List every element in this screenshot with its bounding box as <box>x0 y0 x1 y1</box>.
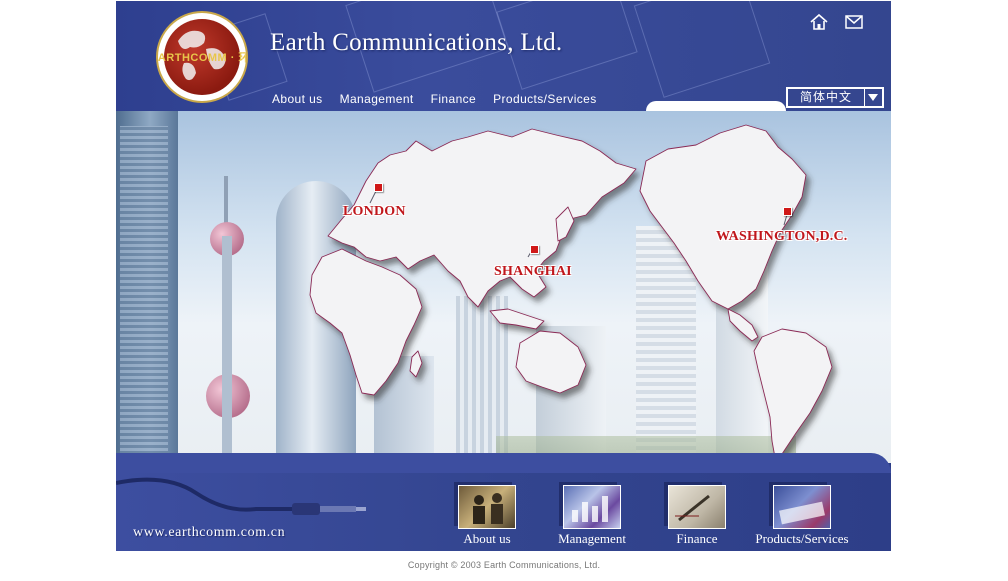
chevron-down-icon[interactable] <box>865 89 882 106</box>
city-label-washington[interactable]: WASHINGTON,D.C. <box>716 229 848 245</box>
decor-frame <box>633 1 771 98</box>
nav-products-services[interactable]: Products/Services <box>493 92 597 106</box>
nav-finance[interactable]: Finance <box>431 92 477 106</box>
nav-management[interactable]: Management <box>340 92 414 106</box>
washington-marker[interactable] <box>783 207 792 216</box>
pen-icon <box>675 494 710 522</box>
continent-africa <box>309 248 423 396</box>
copyright: Copyright © 2003 Earth Communications, L… <box>407 560 601 570</box>
continent-north-america <box>639 124 807 310</box>
islands-indonesia <box>489 308 545 330</box>
nav-about-us[interactable]: About us <box>272 92 323 106</box>
continent-central-america <box>727 308 759 342</box>
mail-icon[interactable] <box>845 14 863 30</box>
feature-management[interactable]: Management <box>537 485 647 547</box>
language-label: 简体中文 <box>788 89 864 106</box>
site-frame: EARTHCOMM · 环球通讯 Earth Communications, L… <box>116 1 891 551</box>
london-marker[interactable] <box>374 183 383 192</box>
hero-banner: LONDON SHANGHAI WASHINGTON,D.C. <box>116 111 891 466</box>
feature-label-about-us: About us <box>463 531 511 546</box>
feature-label-products-services: Products/Services <box>755 531 849 546</box>
feature-finance[interactable]: Finance <box>642 485 752 547</box>
management-thumbnail <box>563 485 621 529</box>
feature-label-finance: Finance <box>676 531 718 546</box>
city-label-shanghai[interactable]: SHANGHAI <box>494 264 572 280</box>
continent-australia <box>515 330 587 394</box>
world-map <box>309 124 833 464</box>
bottom-band: www.earthcomm.com.cn About us Management <box>116 453 891 551</box>
island-madagascar <box>409 350 423 378</box>
feature-about-us[interactable]: About us <box>432 485 542 547</box>
company-name: Earth Communications, Ltd. <box>270 29 563 56</box>
products-services-thumbnail <box>773 485 831 529</box>
keyboard-icon <box>779 501 825 525</box>
finance-thumbnail <box>668 485 726 529</box>
top-navigation: About us Management Finance Products/Ser… <box>272 92 597 106</box>
continent-south-america <box>753 328 833 464</box>
company-logo[interactable]: EARTHCOMM · 环球通讯 <box>158 13 246 101</box>
shanghai-marker[interactable] <box>530 245 539 254</box>
site-url[interactable]: www.earthcomm.com.cn <box>133 525 285 541</box>
language-select[interactable]: 简体中文 <box>786 87 884 108</box>
audio-cable-graphic <box>116 477 366 515</box>
header: EARTHCOMM · 环球通讯 Earth Communications, L… <box>116 1 891 113</box>
chart-icon <box>572 496 608 522</box>
logo-text: EARTHCOMM · 环球通讯 <box>158 52 246 64</box>
people-icon <box>473 493 503 524</box>
feature-products-services[interactable]: Products/Services <box>747 485 857 547</box>
city-label-london[interactable]: LONDON <box>343 204 406 220</box>
band-curve <box>116 453 891 473</box>
feature-label-management: Management <box>558 531 626 546</box>
home-icon[interactable] <box>810 13 828 31</box>
about-us-thumbnail <box>458 485 516 529</box>
